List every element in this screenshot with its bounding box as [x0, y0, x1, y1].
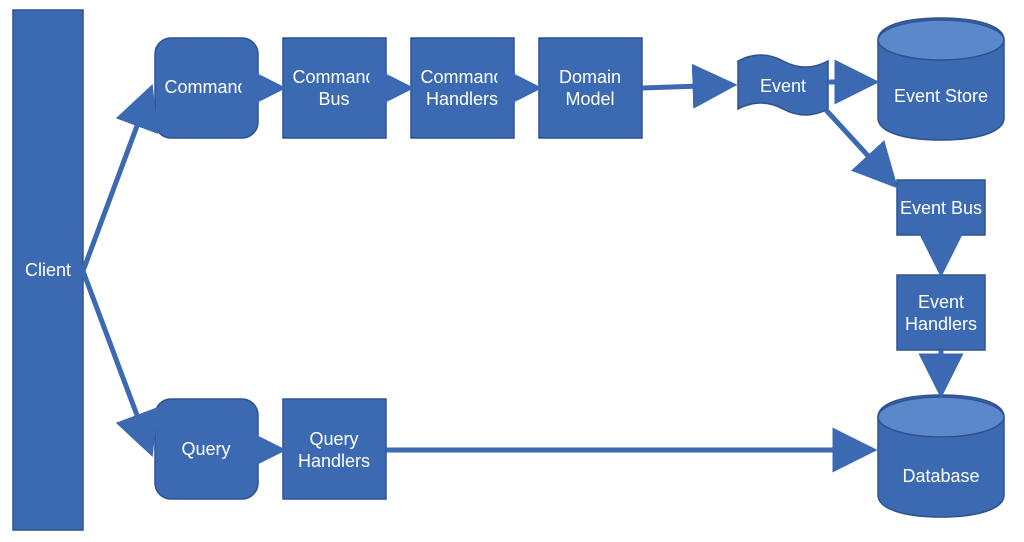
cqrs-diagram: Client Command Command Bus Command Handl… [0, 0, 1024, 542]
domain-model-label-2: Model [565, 89, 614, 109]
command-label: Command [164, 77, 247, 97]
database-label: Database [902, 466, 979, 486]
event-store-label: Event Store [894, 86, 988, 106]
arrow-client-to-command [83, 91, 150, 271]
node-event-store: Event Store [878, 18, 1004, 140]
node-event-bus: Event Bus [897, 180, 985, 235]
command-handlers-label-2: Handlers [426, 89, 498, 109]
arrow-domain-to-event [642, 85, 730, 88]
node-command-bus: Command Bus [283, 38, 386, 138]
node-command: Command [155, 38, 258, 138]
client-label: Client [25, 260, 71, 280]
node-query-handlers: Query Handlers [283, 399, 386, 499]
arrow-client-to-query [83, 271, 150, 450]
query-handlers-label-1: Query [309, 429, 358, 449]
node-query: Query [155, 399, 258, 499]
node-database: Database [878, 395, 1004, 517]
command-bus-label-1: Command [292, 67, 375, 87]
node-client: Client [13, 10, 83, 530]
event-handlers-label-1: Event [918, 292, 964, 312]
node-event-handlers: Event Handlers [897, 275, 985, 350]
node-command-handlers: Command Handlers [411, 38, 514, 138]
query-label: Query [181, 439, 230, 459]
query-handlers-label-2: Handlers [298, 451, 370, 471]
command-bus-label-2: Bus [318, 89, 349, 109]
domain-model-label-1: Domain [559, 67, 621, 87]
event-bus-label: Event Bus [900, 198, 982, 218]
node-domain-model: Domain Model [539, 38, 642, 138]
event-label: Event [760, 76, 806, 96]
event-handlers-label-2: Handlers [905, 314, 977, 334]
command-handlers-label-1: Command [420, 67, 503, 87]
node-event: Event [738, 55, 828, 115]
